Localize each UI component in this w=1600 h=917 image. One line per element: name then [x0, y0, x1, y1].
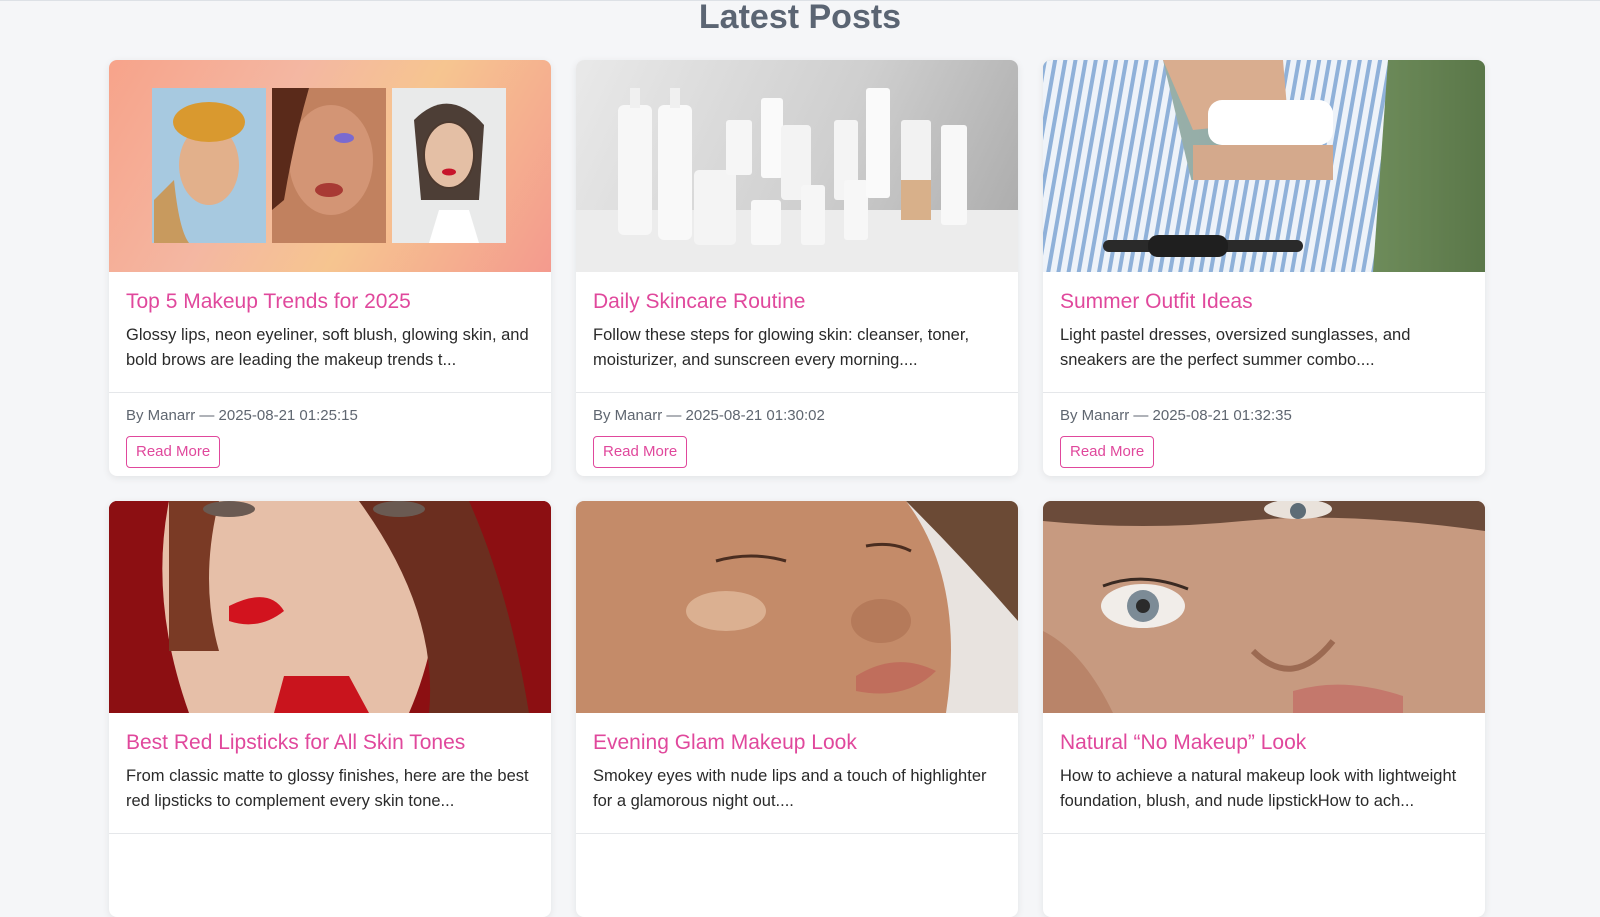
post-card: Daily Skincare Routine Follow these step… — [576, 60, 1018, 476]
post-meta: By Manarr — 2025-08-21 01:25:15 — [126, 407, 358, 424]
post-excerpt: Light pastel dresses, oversized sunglass… — [1060, 326, 1411, 369]
read-more-button[interactable]: Read More — [1060, 436, 1155, 468]
post-card: Evening Glam Makeup Look Smokey eyes wit… — [576, 501, 1018, 917]
post-title[interactable]: Summer Outfit Ideas — [1060, 288, 1468, 316]
post-meta: By Manarr — 2025-08-21 01:30:02 — [593, 407, 825, 424]
post-excerpt: Follow these steps for glowing skin: cle… — [593, 326, 970, 369]
post-thumbnail-summer-outfit[interactable] — [1043, 60, 1485, 272]
post-thumbnail-skincare[interactable] — [576, 60, 1018, 272]
read-more-button[interactable]: Read More — [593, 436, 688, 468]
post-card: Best Red Lipsticks for All Skin Tones Fr… — [109, 501, 551, 917]
post-title[interactable]: Natural “No Makeup” Look — [1060, 729, 1468, 757]
post-excerpt: Glossy lips, neon eyeliner, soft blush, … — [126, 326, 529, 369]
read-more-button[interactable]: Read More — [126, 436, 221, 468]
post-title[interactable]: Best Red Lipsticks for All Skin Tones — [126, 729, 534, 757]
post-thumbnail-natural-look[interactable] — [1043, 501, 1485, 713]
post-card: Natural “No Makeup” Look How to achieve … — [1043, 501, 1485, 917]
post-title[interactable]: Top 5 Makeup Trends for 2025 — [126, 288, 534, 316]
post-card: Top 5 Makeup Trends for 2025 Glossy lips… — [109, 60, 551, 476]
post-thumbnail-red-lipsticks[interactable] — [109, 501, 551, 713]
post-thumbnail-makeup-trends[interactable] — [109, 60, 551, 272]
post-title[interactable]: Evening Glam Makeup Look — [593, 729, 1001, 757]
posts-grid: Top 5 Makeup Trends for 2025 Glossy lips… — [109, 60, 1486, 917]
post-card: Summer Outfit Ideas Light pastel dresses… — [1043, 60, 1485, 476]
post-title[interactable]: Daily Skincare Routine — [593, 288, 1001, 316]
post-excerpt: From classic matte to glossy finishes, h… — [126, 767, 529, 810]
post-excerpt: How to achieve a natural makeup look wit… — [1060, 767, 1457, 810]
post-meta: By Manarr — 2025-08-21 01:32:35 — [1060, 407, 1292, 424]
post-excerpt: Smokey eyes with nude lips and a touch o… — [593, 767, 987, 810]
post-thumbnail-evening-glam[interactable] — [576, 501, 1018, 713]
page-title: Latest Posts — [698, 0, 902, 34]
